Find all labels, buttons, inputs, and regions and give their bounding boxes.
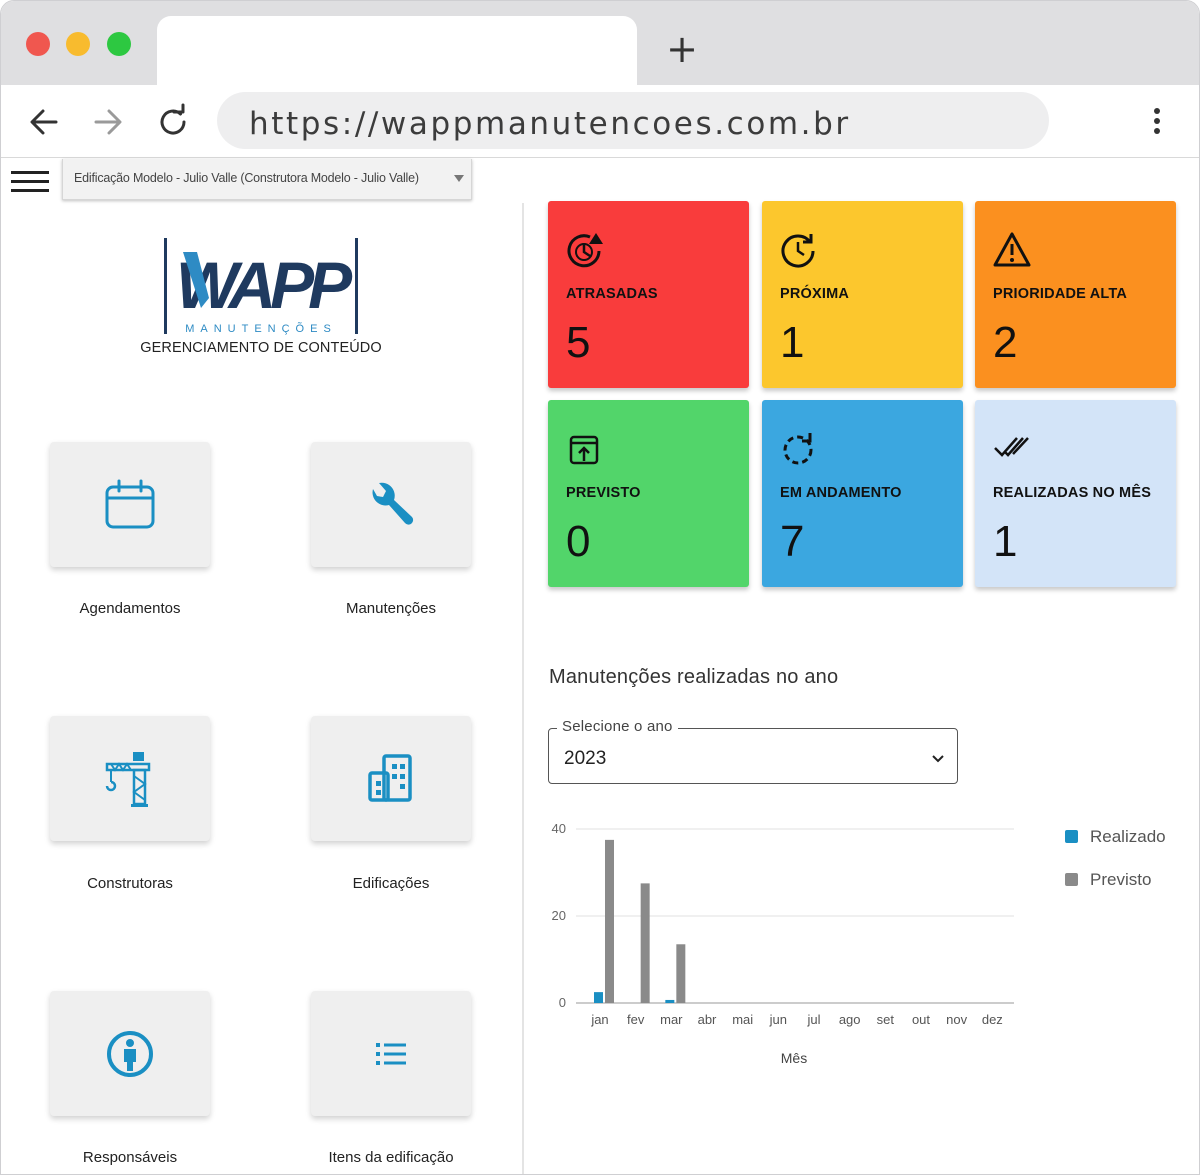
card-value: 5 <box>566 318 591 367</box>
card-value: 1 <box>780 318 805 367</box>
card-proxima[interactable]: PRÓXIMA 1 <box>762 201 963 388</box>
new-tab-button[interactable]: + <box>664 29 700 69</box>
bar-realizado-jan <box>594 992 603 1003</box>
person-icon <box>107 1030 153 1077</box>
card-label: PRÓXIMA <box>780 286 850 302</box>
calendar-icon <box>105 479 155 528</box>
legend-swatch <box>1065 830 1078 843</box>
maintenance-bar-chart: 0 20 40 jan fev mar abr mai jun jul ago set out nov de… <box>552 821 1166 1066</box>
url-text: https://wappmanutencoes.com.br <box>249 106 851 142</box>
legend-label: Realizado <box>1090 827 1166 846</box>
card-label: EM ANDAMENTO <box>780 485 902 501</box>
x-tick-label: out <box>912 1012 930 1027</box>
browser-titlebar: + <box>1 1 1199 85</box>
x-tick-label: dez <box>982 1012 1003 1027</box>
card-prioridade-alta[interactable]: PRIORIDADE ALTA 2 <box>975 201 1176 388</box>
card-previsto[interactable]: PREVISTO 0 <box>548 400 749 587</box>
card-em-andamento[interactable]: EM ANDAMENTO 7 <box>762 400 963 587</box>
legend-label: Previsto <box>1090 870 1151 889</box>
menu-label-itens-da-edificacao: Itens da edificação <box>328 1149 454 1166</box>
y-tick-label: 0 <box>559 995 566 1010</box>
card-value: 1 <box>993 517 1018 566</box>
menu-tile-edificacoes[interactable] <box>311 716 471 841</box>
bar-previsto-fev <box>640 883 650 1003</box>
menu-label-responsaveis: Responsáveis <box>82 1149 178 1166</box>
card-label: PREVISTO <box>566 485 641 501</box>
card-label: PRIORIDADE ALTA <box>993 286 1128 302</box>
card-label: ATRASADAS <box>566 286 658 302</box>
x-tick-label: fev <box>627 1012 645 1027</box>
clock-alert-icon <box>567 233 603 268</box>
minimize-window-button[interactable] <box>66 32 90 56</box>
x-tick-label: jun <box>769 1012 787 1027</box>
browser-tab[interactable] <box>157 16 637 85</box>
forward-arrow-icon[interactable] <box>88 102 128 142</box>
menu-label-edificacoes: Edificações <box>352 875 430 892</box>
legend-swatch <box>1065 873 1078 886</box>
chart-title: Manutenções realizadas no ano <box>549 666 839 688</box>
crane-icon <box>105 751 151 807</box>
x-axis-label: Mês <box>781 1050 807 1066</box>
menu-tile-agendamentos[interactable] <box>50 442 210 567</box>
list-icon <box>376 1042 406 1065</box>
y-tick-label: 40 <box>552 821 566 836</box>
card-label: REALIZADAS NO MÊS <box>993 485 1152 501</box>
x-tick-label: mai <box>732 1012 753 1027</box>
wapp-logo: WAPP MANUTENÇÕES <box>164 238 359 335</box>
card-realizadas-no-mes[interactable]: REALIZADAS NO MÊS 1 <box>975 400 1176 587</box>
x-tick-label: set <box>877 1012 895 1027</box>
bar-previsto-jan <box>605 839 614 1003</box>
app-page: Edificação Modelo - Julio Valle (Constru… <box>1 159 1199 1174</box>
back-arrow-icon[interactable] <box>24 102 64 142</box>
warning-icon <box>993 232 1031 267</box>
card-value: 2 <box>993 318 1018 367</box>
sync-dashed-icon <box>783 433 813 465</box>
card-value: 0 <box>566 517 591 566</box>
calendar-upload-icon <box>569 435 599 465</box>
building-select[interactable]: Edificação Modelo - Julio Valle (Constru… <box>62 159 472 200</box>
maximize-window-button[interactable] <box>107 32 131 56</box>
browser-window: + https://wappmanutencoes.com.br Edifica… <box>0 0 1200 1175</box>
menu-label-construtoras: Construtoras <box>87 875 173 892</box>
x-tick-label: nov <box>946 1012 967 1027</box>
bar-realizado-mar <box>665 999 675 1003</box>
x-tick-label: ago <box>839 1012 861 1027</box>
building-icon <box>368 753 412 802</box>
menu-tile-responsaveis[interactable] <box>50 991 210 1116</box>
menu-tile-manutencoes[interactable] <box>311 442 471 567</box>
year-select-label: Selecione o ano <box>557 718 678 735</box>
logo-subtitle: GERENCIAMENTO DE CONTEÚDO <box>140 340 382 356</box>
x-tick-label: jul <box>806 1012 820 1027</box>
vertical-divider <box>522 203 524 1174</box>
chevron-down-icon <box>932 755 944 763</box>
hamburger-menu-icon[interactable] <box>11 168 51 196</box>
browser-toolbar: https://wappmanutencoes.com.br <box>1 85 1199 158</box>
address-bar[interactable]: https://wappmanutencoes.com.br <box>217 92 1049 149</box>
x-tick-label: mar <box>660 1012 683 1027</box>
browser-menu-icon[interactable] <box>1139 103 1175 139</box>
menu-label-agendamentos: Agendamentos <box>79 600 181 617</box>
dropdown-arrow-icon <box>454 175 464 182</box>
x-tick-label: abr <box>698 1012 717 1027</box>
card-atrasadas[interactable]: ATRASADAS 5 <box>548 201 749 388</box>
building-select-value: Edificação Modelo - Julio Valle (Constru… <box>74 171 419 185</box>
bar-previsto-mar <box>676 944 686 1003</box>
wrench-icon <box>372 482 414 525</box>
card-value: 7 <box>780 517 805 566</box>
clock-forward-icon <box>781 234 815 268</box>
menu-tile-construtoras[interactable] <box>50 716 210 841</box>
x-tick-label: jan <box>590 1012 608 1027</box>
year-select-value: 2023 <box>564 748 607 769</box>
menu-tile-itens-da-edificacao[interactable] <box>311 991 471 1116</box>
reload-icon[interactable] <box>153 102 193 142</box>
close-window-button[interactable] <box>26 32 50 56</box>
svg-text:MANUTENÇÕES: MANUTENÇÕES <box>185 322 337 335</box>
year-select[interactable]: Selecione o ano 2023 <box>548 718 958 784</box>
y-tick-label: 20 <box>552 908 566 923</box>
double-check-icon <box>994 437 1029 457</box>
menu-label-manutencoes: Manutenções <box>345 600 437 617</box>
